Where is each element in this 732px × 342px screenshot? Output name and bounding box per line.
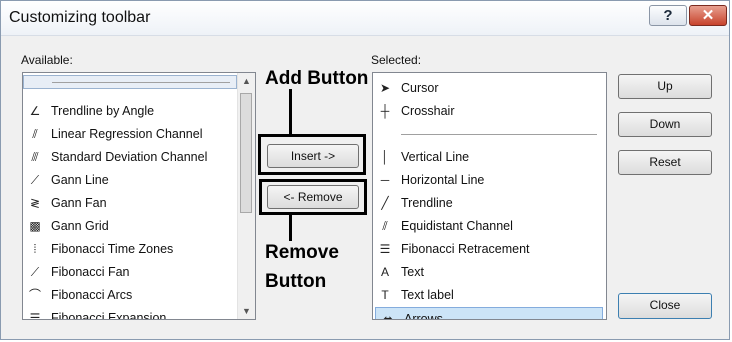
list-item-label: Text bbox=[401, 265, 424, 279]
list-item-label: Fibonacci Time Zones bbox=[51, 242, 174, 256]
list-item[interactable]: ⟋ Gann Line bbox=[23, 169, 237, 192]
list-item[interactable]: ⦙ Fibonacci Time Zones bbox=[23, 238, 237, 261]
list-item[interactable]: ∠ Trendline by Angle bbox=[23, 100, 237, 123]
close-button[interactable]: Close bbox=[618, 293, 712, 319]
list-item-label: Vertical Line bbox=[401, 150, 470, 164]
remove-annotation-line1: Remove bbox=[265, 242, 339, 263]
gann-line-icon: ⟋ bbox=[30, 173, 40, 187]
list-item-label: Equidistant Channel bbox=[401, 219, 513, 233]
list-item[interactable]: ☰ Fibonacci Expansion bbox=[23, 307, 237, 320]
fibo-retracement-icon: ☰ bbox=[379, 242, 391, 256]
list-item-label: Gann Fan bbox=[51, 196, 107, 210]
list-item[interactable]: ≷ Gann Fan bbox=[23, 192, 237, 215]
gann-grid-icon: ▩ bbox=[29, 219, 41, 233]
list-item-label: Horizontal Line bbox=[401, 173, 485, 187]
trendline-icon: ╱ bbox=[381, 196, 389, 210]
title-bar: Customizing toolbar ? ✕ bbox=[1, 1, 729, 36]
down-button[interactable]: Down bbox=[618, 112, 712, 137]
available-list[interactable]: ▲ ▼ ∠ Trendline by Angle ⫽ Linear Regressio… bbox=[22, 72, 256, 320]
list-item[interactable]: ⫻ Standard Deviation Channel bbox=[23, 146, 237, 169]
list-item[interactable]: ┼ Crosshair bbox=[373, 100, 603, 123]
customizing-toolbar-dialog: Customizing toolbar ? ✕ Available: ▲ ▼ ∠… bbox=[0, 0, 730, 340]
fibo-fan-icon: ⟋ bbox=[30, 265, 40, 279]
selected-label: Selected: bbox=[371, 53, 422, 67]
selected-list[interactable]: ➤ Cursor ┼ Crosshair │ Vertical Line ─ Horizont… bbox=[372, 72, 607, 320]
list-item-label: Trendline bbox=[401, 196, 453, 210]
available-scrollbar[interactable]: ▲ ▼ bbox=[237, 73, 255, 319]
window-close-button[interactable]: ✕ bbox=[689, 5, 727, 26]
list-item-label: Cursor bbox=[401, 81, 439, 95]
horizontal-line-icon: ─ bbox=[380, 173, 390, 187]
separator-item[interactable] bbox=[23, 75, 237, 89]
fibo-expansion-icon: ☰ bbox=[29, 311, 41, 320]
fibo-arcs-icon: ⌒ bbox=[28, 288, 41, 302]
window-title: Customizing toolbar bbox=[9, 9, 151, 26]
scroll-down-arrow-icon[interactable]: ▼ bbox=[238, 303, 255, 319]
trendline-angle-icon: ∠ bbox=[29, 104, 41, 118]
arrows-icon: ⬌ bbox=[382, 312, 394, 320]
list-item-label: Gann Grid bbox=[51, 219, 109, 233]
remove-button-pointer-line bbox=[289, 215, 292, 241]
list-item[interactable]: ⬌ Arrows bbox=[375, 307, 603, 320]
text-icon: A bbox=[380, 265, 389, 279]
cursor-icon: ➤ bbox=[379, 81, 391, 95]
list-item[interactable]: │ Vertical Line bbox=[373, 146, 603, 169]
list-item[interactable]: ⌒ Fibonacci Arcs bbox=[23, 284, 237, 307]
add-button-annotation: Add Button bbox=[265, 68, 369, 89]
list-item[interactable]: ☰ Fibonacci Retracement bbox=[373, 238, 603, 261]
vertical-line-icon: │ bbox=[381, 150, 389, 164]
stddev-channel-icon: ⫻ bbox=[31, 150, 39, 164]
available-label: Available: bbox=[21, 53, 73, 67]
list-item-label: Gann Line bbox=[51, 173, 109, 187]
list-item[interactable]: ⫽ Linear Regression Channel bbox=[23, 123, 237, 146]
list-item-label: Text label bbox=[401, 288, 454, 302]
list-item[interactable]: ╱ Trendline bbox=[373, 192, 603, 215]
crosshair-icon: ┼ bbox=[380, 104, 390, 118]
list-item-label: Fibonacci Arcs bbox=[51, 288, 133, 302]
list-item-label: Crosshair bbox=[401, 104, 455, 118]
list-item-label: Fibonacci Expansion bbox=[51, 311, 167, 320]
separator-item[interactable] bbox=[373, 123, 603, 146]
fibo-time-zones-icon: ⦙ bbox=[33, 242, 37, 256]
list-item-label: Linear Regression Channel bbox=[51, 127, 203, 141]
list-item[interactable]: A Text bbox=[373, 261, 603, 284]
list-item-label: Trendline by Angle bbox=[51, 104, 155, 118]
scrollbar-thumb[interactable] bbox=[240, 93, 252, 213]
remove-annotation-line2: Button bbox=[265, 271, 327, 292]
list-item[interactable]: ─ Horizontal Line bbox=[373, 169, 603, 192]
separator-line bbox=[52, 82, 230, 83]
up-button[interactable]: Up bbox=[618, 74, 712, 99]
help-button[interactable]: ? bbox=[649, 5, 687, 26]
reset-button[interactable]: Reset bbox=[618, 150, 712, 175]
gann-fan-icon: ≷ bbox=[29, 196, 41, 210]
list-item-label: Fibonacci Retracement bbox=[401, 242, 530, 256]
list-item-label: Arrows bbox=[404, 312, 443, 320]
list-item-label: Fibonacci Fan bbox=[51, 265, 130, 279]
list-item[interactable]: ▩ Gann Grid bbox=[23, 215, 237, 238]
remove-button[interactable]: <- Remove bbox=[267, 185, 359, 209]
regression-channel-icon: ⫽ bbox=[32, 127, 38, 141]
scroll-up-arrow-icon[interactable]: ▲ bbox=[238, 73, 255, 89]
text-label-icon: T bbox=[381, 288, 389, 302]
insert-button[interactable]: Insert -> bbox=[267, 144, 359, 168]
list-item[interactable]: ➤ Cursor bbox=[373, 77, 603, 100]
equidistant-channel-icon: ⫽ bbox=[382, 219, 388, 233]
add-button-pointer-line bbox=[289, 89, 292, 135]
list-item[interactable]: ⟋ Fibonacci Fan bbox=[23, 261, 237, 284]
list-item-label: Standard Deviation Channel bbox=[51, 150, 208, 164]
list-item[interactable]: ⫽ Equidistant Channel bbox=[373, 215, 603, 238]
separator-line bbox=[401, 134, 597, 135]
list-item[interactable]: T Text label bbox=[373, 284, 603, 307]
